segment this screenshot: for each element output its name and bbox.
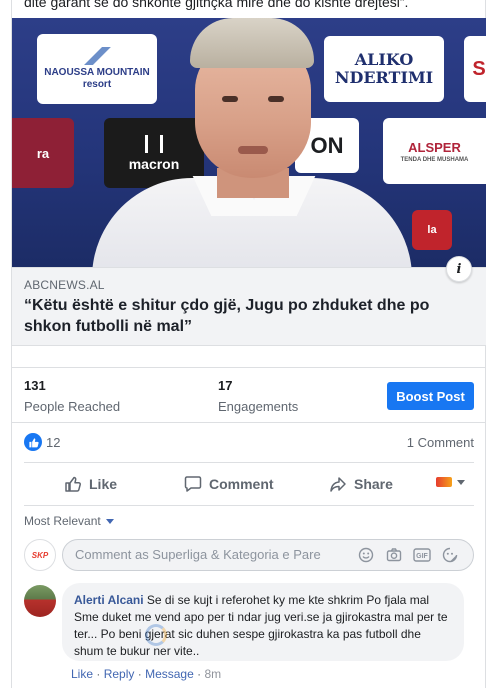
comment-reply-link[interactable]: Reply [104,667,135,681]
post-card: dite garant se do shkonte gjithçka mirë … [11,0,486,688]
like-reaction-icon[interactable] [24,433,42,451]
engagements-label: Engagements [218,399,299,414]
link-preview-image[interactable]: NAOUSSA MOUNTAIN resort ALIKO NDERTIMI S… [12,18,486,267]
engagements-stat[interactable]: 17 Engagements [218,378,298,414]
comment-like-link[interactable]: Like [71,667,93,681]
comment-message-link[interactable]: Message [145,667,194,681]
svg-text:GIF: GIF [416,553,428,560]
sponsor-board-partial: S [464,36,486,102]
people-reached-label: People Reached [24,399,121,414]
page-avatar[interactable]: SKP [24,539,56,571]
watermark [145,621,295,649]
post-text: dite garant se do shkonte gjithçka mirë … [24,0,409,10]
reaction-count[interactable]: 12 [46,435,60,450]
page-logo-icon [436,477,452,487]
comment-input[interactable] [75,547,345,562]
thumbs-up-icon [65,476,81,492]
link-preview-meta[interactable]: i ABCNEWS.AL “Këtu është e shitur çdo gj… [12,256,486,346]
interviewee-photo [72,18,432,267]
comment-timestamp[interactable]: 8m [204,667,221,681]
preview-domain: ABCNEWS.AL [24,278,105,292]
boost-post-button[interactable]: Boost Post [387,382,474,410]
separator: · [137,667,146,681]
sponsor-board-left: ra [12,118,74,188]
watermark-logo-icon [145,624,167,646]
comment-actions: Like · Reply · Message · 8m [71,667,221,681]
comment-sort-dropdown[interactable]: Most Relevant [24,514,114,528]
like-button[interactable]: Like [64,466,117,502]
comment-icon [184,476,202,492]
emoji-icon[interactable] [357,546,375,564]
people-reached-stat[interactable]: 131 People Reached [24,378,120,414]
sticker-icon[interactable] [441,546,459,564]
comment-sort-label: Most Relevant [24,514,101,528]
like-label: Like [89,476,118,492]
action-bar: Like Comment Share [12,466,486,502]
separator: · [96,667,104,681]
gif-icon[interactable]: GIF [413,546,431,564]
engagements-value: 17 [218,378,233,393]
chevron-down-icon [105,518,114,524]
share-icon [330,477,346,492]
comment-button[interactable]: Comment [184,466,274,502]
share-label: Share [354,476,393,492]
camera-icon[interactable] [385,546,403,564]
comment-label: Comment [209,476,274,492]
share-button[interactable]: Share [329,466,393,502]
divider [24,505,474,506]
post-as-selector[interactable] [436,477,465,487]
people-reached-value: 131 [24,378,46,393]
divider [12,422,486,423]
divider [24,462,474,463]
preview-title[interactable]: “Këtu është e shitur çdo gjë, Jugu po zh… [24,295,464,337]
chevron-down-icon [457,479,465,485]
reactions-bar: 12 1 Comment [12,430,486,456]
comment-count[interactable]: 1 Comment [407,435,474,450]
post-insights: 131 People Reached 17 Engagements Boost … [12,368,486,420]
comment-author[interactable]: Alerti Alcani [74,593,144,607]
avatar[interactable] [24,585,56,617]
comment-input-wrapper[interactable]: GIF [62,539,474,571]
info-icon[interactable]: i [446,256,472,282]
comment-composer: SKP GIF [24,537,476,573]
